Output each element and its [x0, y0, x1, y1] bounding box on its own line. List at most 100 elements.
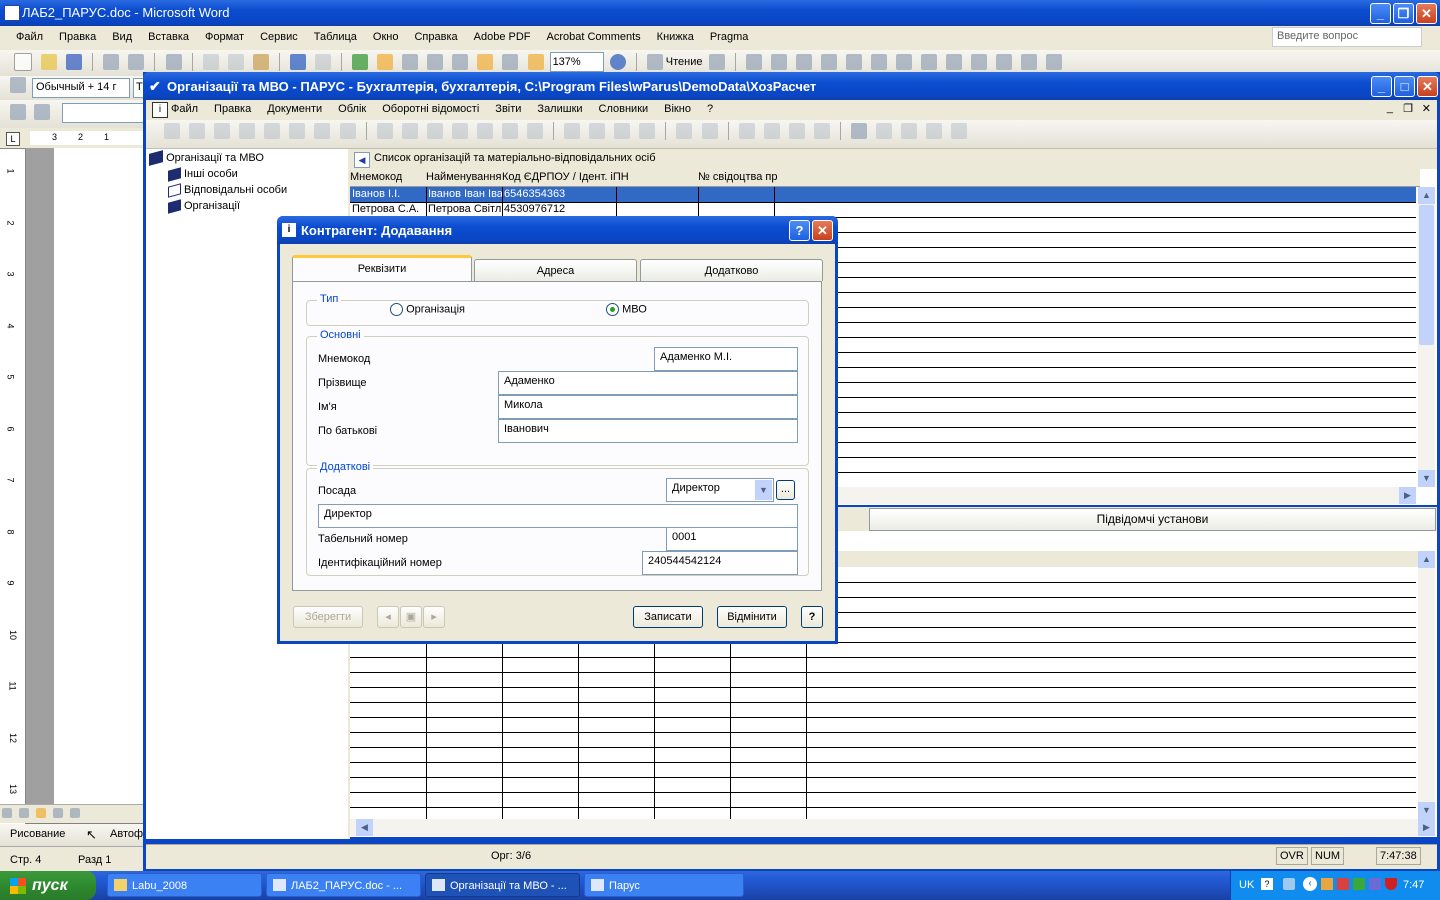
reading-view-icon[interactable]	[70, 808, 81, 818]
lower-scroll-up-icon[interactable]: ▲	[1418, 551, 1435, 568]
lower-table-row[interactable]	[350, 642, 1416, 658]
tool-g-icon[interactable]	[527, 123, 543, 139]
word-menu-item[interactable]: Вид	[112, 31, 132, 43]
tool-r-icon[interactable]	[926, 123, 943, 139]
taskbar-item[interactable]: Організації та МВО - ...	[425, 873, 580, 897]
tables-icon[interactable]	[377, 54, 394, 70]
column-header[interactable]: Код ЄДРПОУ / Ідент. іПН	[502, 171, 629, 183]
tray-shield-icon[interactable]	[1385, 878, 1397, 890]
folder-icon[interactable]	[901, 123, 918, 139]
new-icon[interactable]	[14, 53, 33, 71]
tree-node[interactable]: Інші особи	[168, 166, 238, 182]
mdi-restore-button[interactable]: ❐	[1403, 102, 1413, 115]
tray-app3-icon[interactable]	[1353, 878, 1365, 890]
tool-j-icon[interactable]	[614, 123, 631, 139]
wordart-icon[interactable]	[996, 54, 1013, 70]
radio-org-circle[interactable]	[390, 303, 403, 316]
tree-node[interactable]: Організації	[168, 198, 240, 214]
export-icon[interactable]	[314, 123, 331, 139]
column-header[interactable]: № свідоцтва пр	[698, 171, 778, 183]
collapse-arrow-icon[interactable]: ◀	[354, 152, 370, 168]
delete-record-icon[interactable]	[239, 123, 256, 139]
word-minimize-button[interactable]: _	[1370, 3, 1391, 24]
tool-a-icon[interactable]	[376, 123, 393, 139]
settings-icon[interactable]	[876, 123, 892, 139]
word-menu-item[interactable]: Сервис	[260, 31, 298, 43]
tools-icon[interactable]	[1046, 54, 1063, 70]
lower-table-row[interactable]	[350, 762, 1416, 778]
tool-p-icon[interactable]	[788, 123, 805, 139]
word-menu-item[interactable]: Справка	[414, 31, 457, 43]
track-icon[interactable]	[34, 104, 50, 120]
web-view-icon[interactable]	[19, 808, 30, 818]
tool-c-icon[interactable]	[426, 123, 443, 139]
hyperlink-icon[interactable]	[352, 54, 369, 70]
select-arrow-icon[interactable]: ↖	[86, 827, 97, 843]
tray-arrow-icon[interactable]: ‹	[1303, 877, 1317, 891]
redo-icon[interactable]	[314, 54, 331, 70]
preview-icon[interactable]	[128, 54, 145, 70]
package-icon[interactable]	[339, 123, 356, 139]
style-select[interactable]: Обычный + 14 г	[32, 78, 130, 98]
tool-n-icon[interactable]	[738, 123, 755, 139]
save-icon[interactable]	[66, 54, 83, 70]
sort-icon[interactable]	[745, 54, 762, 70]
form-radio-icon[interactable]	[870, 54, 887, 70]
help-icon[interactable]	[609, 54, 626, 70]
form-text-icon[interactable]	[845, 54, 862, 70]
next-record-button[interactable]: ▸	[423, 606, 445, 628]
form-list-icon[interactable]	[896, 54, 913, 70]
form-check-icon[interactable]	[820, 54, 837, 70]
outline-view-icon[interactable]	[53, 808, 64, 818]
parus-maximize-button[interactable]: □	[1394, 76, 1415, 97]
tool-m-icon[interactable]	[701, 123, 718, 139]
start-button[interactable]: пуск	[0, 871, 96, 900]
autoshapes-menu[interactable]: Автоф	[110, 828, 143, 840]
mdi-minimize-button[interactable]: _	[1387, 102, 1393, 114]
eraser-icon[interactable]	[795, 54, 812, 70]
parus-close-button[interactable]: ✕	[1417, 76, 1438, 97]
word-menu-item[interactable]: Правка	[59, 31, 96, 43]
parus-menu-item[interactable]: Документи	[267, 103, 322, 115]
scroll-thumb[interactable]	[1419, 205, 1434, 345]
tool-e-icon[interactable]	[476, 123, 493, 139]
edit-record-icon[interactable]	[214, 123, 231, 139]
parus-menu-item[interactable]: ?	[707, 103, 713, 115]
taskbar-item[interactable]: Парус	[584, 873, 744, 897]
styles-icon[interactable]	[10, 77, 26, 93]
taskbar-item[interactable]: ЛАБ2_ПАРУС.doc - ...	[266, 873, 421, 897]
scroll-right-icon[interactable]: ▶	[1399, 487, 1416, 504]
scroll-up-icon[interactable]: ▲	[1418, 187, 1435, 204]
help-button[interactable]: ?	[801, 606, 823, 628]
lower-table-row[interactable]	[350, 807, 1416, 819]
word-menu-item[interactable]: Pragma	[710, 31, 749, 43]
word-menu-item[interactable]: Окно	[373, 31, 399, 43]
word-page[interactable]	[54, 148, 146, 808]
mnemo-field[interactable]: Адаменко М.І.	[654, 347, 798, 371]
review-select[interactable]	[62, 103, 152, 123]
tab-requisites[interactable]: Реквізити	[292, 255, 472, 281]
language-indicator[interactable]: UK	[1239, 879, 1254, 891]
zoom-select[interactable]: 137%	[549, 52, 604, 72]
mdi-close-button[interactable]: ✕	[1422, 102, 1431, 115]
surname-field[interactable]: Адаменко	[498, 371, 798, 395]
patronymic-field[interactable]: Іванович	[498, 419, 798, 443]
tool-f-icon[interactable]	[501, 123, 518, 139]
tray-network-icon[interactable]	[1283, 878, 1295, 890]
cancel-button[interactable]: Відмінити	[717, 606, 787, 628]
drawing-icon[interactable]	[477, 54, 494, 70]
tab-additional[interactable]: Додатково	[640, 259, 823, 281]
ident-field[interactable]: 240544542124	[642, 551, 798, 575]
open-icon[interactable]	[41, 54, 58, 70]
lower-vscroll[interactable]: ▲ ▼	[1418, 551, 1435, 819]
tool-s-icon[interactable]	[951, 123, 968, 139]
word-menu-item[interactable]: Формат	[205, 31, 244, 43]
draw-menu[interactable]: Рисование	[10, 828, 65, 840]
word-menu-item[interactable]: Acrobat Comments	[547, 31, 641, 43]
tool-b-icon[interactable]	[401, 123, 418, 139]
tab-subordinate[interactable]: Підвідомчі установи	[869, 508, 1436, 531]
show-formatting-icon[interactable]	[527, 54, 544, 70]
tool-o-icon[interactable]	[763, 123, 780, 139]
tab-address[interactable]: Адреса	[474, 259, 637, 281]
tree-root[interactable]: Організації та МВО	[149, 150, 264, 166]
